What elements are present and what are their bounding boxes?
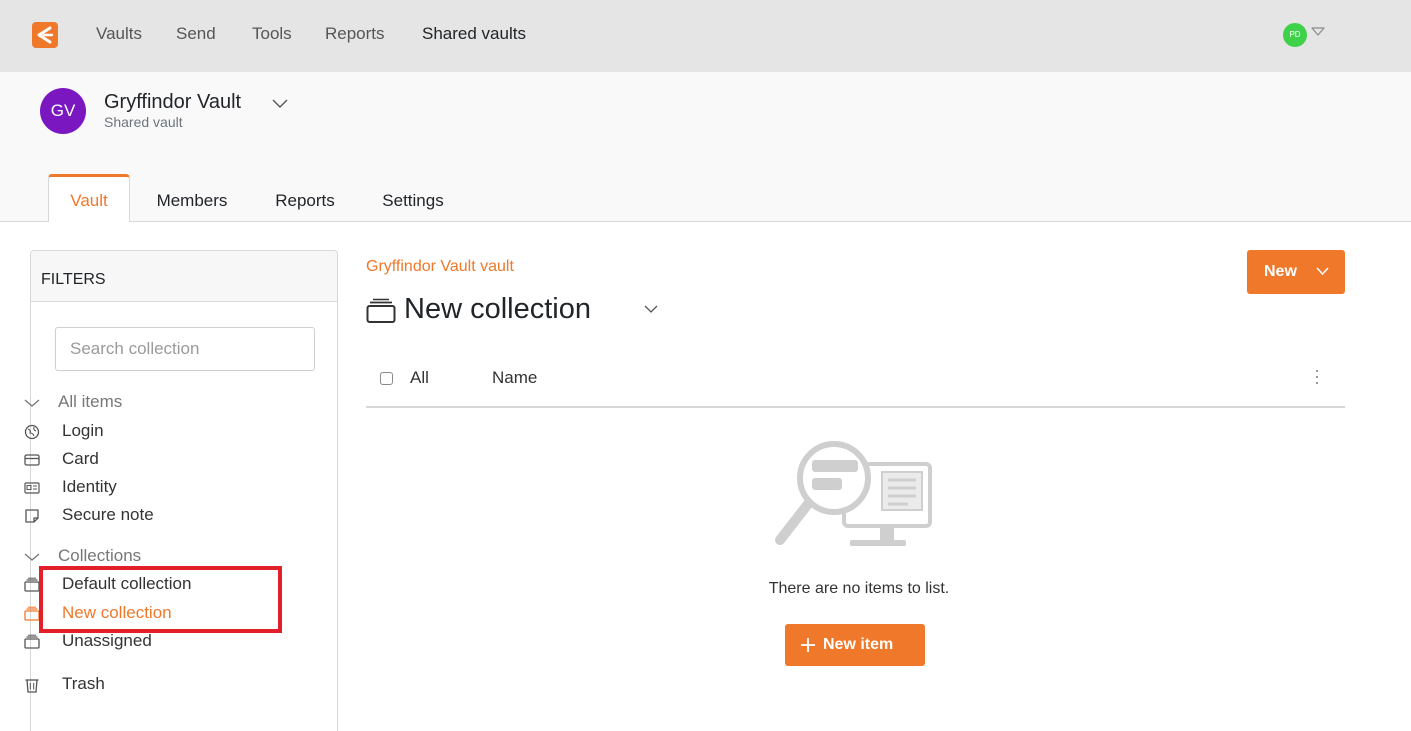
- new-item-button[interactable]: New item: [785, 624, 925, 666]
- nav-tools[interactable]: Tools: [252, 24, 292, 44]
- filter-label: Identity: [62, 477, 117, 496]
- vault-header: GV Gryffindor Vault Shared vault Vault M…: [0, 72, 1411, 222]
- filter-label: Card: [62, 449, 99, 468]
- chevron-down-icon: [24, 553, 40, 561]
- chevron-down-icon: [24, 399, 40, 407]
- tab-reports[interactable]: Reports: [262, 174, 348, 222]
- collection-icon: [24, 606, 40, 621]
- chevron-down-icon: [1311, 27, 1325, 36]
- table-header: All Name: [366, 360, 1345, 408]
- nav-shared-vaults[interactable]: Shared vaults: [422, 24, 526, 44]
- select-all-label[interactable]: All: [410, 368, 429, 388]
- id-card-icon: [24, 482, 40, 494]
- vault-avatar: GV: [40, 88, 86, 134]
- select-all-checkbox[interactable]: [380, 372, 393, 385]
- filter-label: Secure note: [62, 505, 154, 524]
- new-button[interactable]: New: [1247, 250, 1345, 294]
- page-title-text: New collection: [404, 293, 591, 325]
- tab-vault[interactable]: Vault: [48, 174, 130, 222]
- collection-label: Unassigned: [62, 631, 152, 650]
- collections-label: Collections: [58, 546, 142, 565]
- vault-breadcrumb[interactable]: Gryffindor Vault vault: [366, 258, 514, 276]
- user-avatar: PD: [1283, 23, 1307, 47]
- new-item-label: New item: [823, 636, 894, 653]
- filter-label: Login: [62, 421, 104, 440]
- nav-send[interactable]: Send: [176, 24, 216, 44]
- user-menu[interactable]: PD: [1283, 23, 1333, 47]
- credit-card-icon: [24, 454, 40, 466]
- tab-settings[interactable]: Settings: [368, 174, 458, 222]
- annotation-highlight-box: [39, 566, 282, 633]
- app-logo-icon[interactable]: [32, 22, 58, 48]
- sticky-note-icon: [25, 509, 39, 523]
- empty-search-illustration-icon: [775, 441, 932, 546]
- collection-icon: [24, 577, 40, 592]
- nav-vaults[interactable]: Vaults: [96, 24, 142, 44]
- nav-reports[interactable]: Reports: [325, 24, 385, 44]
- tab-members[interactable]: Members: [140, 174, 244, 222]
- trash-label: Trash: [62, 674, 105, 693]
- collection-icon: [366, 298, 396, 323]
- empty-state-message: There are no items to list.: [768, 580, 950, 597]
- new-button-label: New: [1264, 263, 1297, 280]
- chevron-down-icon: [644, 305, 658, 313]
- filters-header: FILTERS: [31, 251, 337, 302]
- top-navbar: Vaults Send Tools Reports Shared vaults …: [0, 0, 1411, 72]
- collection-icon: [24, 634, 40, 649]
- vault-subtitle: Shared vault: [104, 114, 183, 130]
- all-items-label: All items: [58, 392, 123, 411]
- more-options-icon[interactable]: [1312, 366, 1322, 388]
- chevron-down-icon: [1316, 267, 1329, 276]
- column-header-name[interactable]: Name: [492, 368, 537, 388]
- search-collection-input[interactable]: [55, 327, 315, 371]
- chevron-down-icon[interactable]: [272, 99, 288, 109]
- globe-icon: [24, 424, 40, 440]
- filters-title: FILTERS: [41, 271, 106, 288]
- plus-icon: [801, 638, 815, 652]
- vault-name[interactable]: Gryffindor Vault: [104, 91, 241, 114]
- trash-icon: [25, 679, 39, 693]
